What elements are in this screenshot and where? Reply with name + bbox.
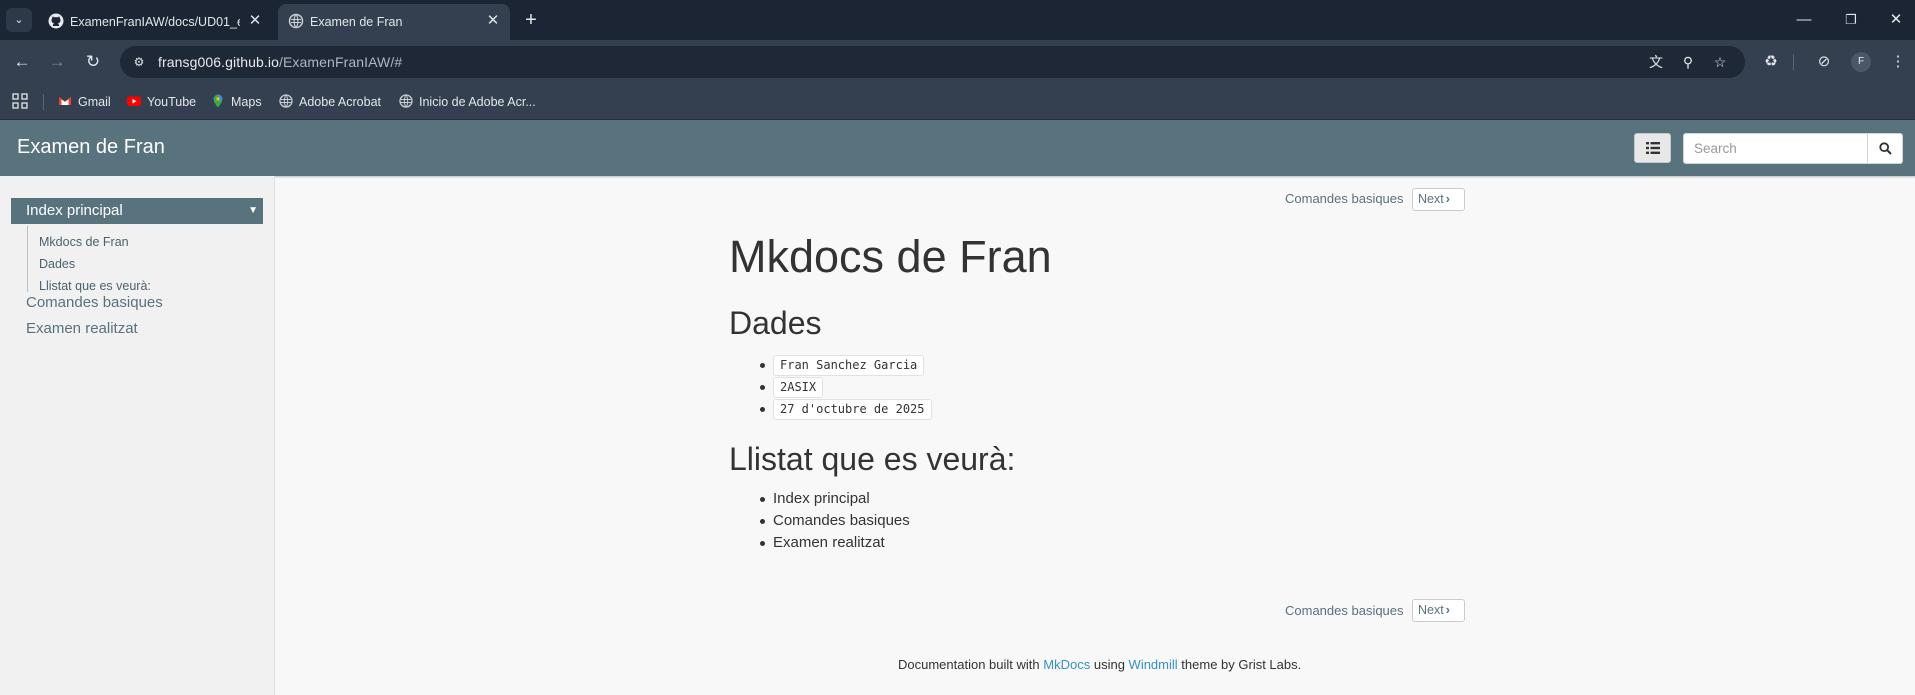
- browser-tab-github[interactable]: ExamenFranIAW/docs/UD01_ex ✕: [38, 4, 274, 40]
- footer-text: theme by Grist Labs.: [1181, 657, 1302, 672]
- list-bullet: [760, 519, 765, 524]
- zoom-icon[interactable]: ⚲: [1678, 52, 1698, 72]
- list-item: Comandes basiques: [773, 512, 910, 529]
- youtube-icon: [127, 96, 141, 106]
- site-brand-link[interactable]: Examen de Fran: [17, 136, 165, 159]
- maps-icon: [213, 94, 223, 108]
- globe-icon: [399, 94, 413, 108]
- forward-icon[interactable]: →: [45, 50, 69, 74]
- sidebar-item-index-principal[interactable]: Index principal ▼: [11, 198, 263, 224]
- list-icon: [1646, 142, 1660, 154]
- list-item: Examen realitzat: [773, 534, 885, 551]
- tab-title: Examen de Fran: [310, 15, 403, 29]
- tab-search-button[interactable]: ⌄: [6, 8, 32, 32]
- bookmark-label: Adobe Acrobat: [299, 95, 382, 109]
- dades-item-name: Fran Sanchez Garcia: [773, 355, 925, 376]
- heading-llistat: Llistat que es veurà:: [729, 441, 1016, 477]
- new-tab-icon[interactable]: +: [520, 8, 542, 32]
- next-label: Next: [1418, 192, 1444, 206]
- extensions-icon[interactable]: ♻: [1759, 50, 1783, 74]
- bookmark-gmail[interactable]: Gmail: [58, 93, 111, 111]
- toc-toggle-button[interactable]: [1634, 133, 1671, 163]
- search-box: [1683, 133, 1903, 164]
- browser-tab-active[interactable]: Examen de Fran ✕: [278, 4, 510, 40]
- footer-text: using: [1093, 657, 1125, 672]
- globe-icon: [288, 13, 304, 29]
- bookmark-label: YouTube: [147, 95, 197, 109]
- more-menu-icon[interactable]: ⋮: [1886, 50, 1910, 74]
- list-bullet: [760, 363, 765, 368]
- tab-title: ExamenFranIAW/docs/UD01_ex: [70, 15, 240, 29]
- sidebar-item-label: Index principal: [26, 202, 123, 219]
- list-bullet: [760, 385, 765, 390]
- sidebar-subitem-llistat[interactable]: Llistat que es veurà:: [39, 279, 151, 293]
- pager-next-title-bottom[interactable]: Comandes basiques: [1285, 603, 1404, 618]
- sidebar-subitem-dades[interactable]: Dades: [39, 257, 75, 271]
- address-bar[interactable]: ⚙ fransg006.github.io/ExamenFranIAW/# 文 …: [120, 46, 1745, 78]
- bookmark-label: Gmail: [78, 95, 111, 109]
- chevron-right-icon: ›: [1445, 603, 1450, 617]
- next-label: Next: [1418, 603, 1444, 617]
- browser-toolbar: ← → ↻ ⚙ fransg006.github.io/ExamenFranIA…: [0, 40, 1915, 84]
- minimize-icon[interactable]: —: [1791, 8, 1817, 32]
- url-path: /ExamenFranIAW/#: [279, 54, 403, 70]
- apps-grid-icon[interactable]: [12, 93, 28, 109]
- search-input[interactable]: [1684, 134, 1867, 163]
- page-title: Mkdocs de Fran: [729, 231, 1052, 282]
- browser-tab-strip: ⌄ ExamenFranIAW/docs/UD01_ex ✕ Examen de…: [0, 0, 1915, 40]
- bookmark-star-icon[interactable]: ☆: [1710, 52, 1730, 72]
- toolbar-divider: [1793, 54, 1794, 70]
- window-close-icon[interactable]: ✕: [1883, 8, 1909, 32]
- performance-icon[interactable]: ⊘: [1812, 50, 1836, 74]
- sidebar-item-examen[interactable]: Examen realitzat: [26, 320, 138, 337]
- footer-text: Documentation built with: [898, 657, 1040, 672]
- url-host: fransg006.github.io: [158, 54, 279, 70]
- close-tab-icon[interactable]: ✕: [246, 12, 264, 30]
- dades-item-class: 2ASIX: [773, 377, 824, 398]
- restore-icon[interactable]: ❐: [1838, 8, 1864, 32]
- windmill-link[interactable]: Windmill: [1129, 657, 1178, 672]
- page-footer: Documentation built with MkDocs using Wi…: [898, 657, 1301, 672]
- heading-dades: Dades: [729, 305, 822, 341]
- translate-icon[interactable]: 文: [1646, 52, 1666, 72]
- search-icon: [1879, 142, 1892, 155]
- back-icon[interactable]: ←: [10, 50, 34, 74]
- bookmark-inicio-adobe[interactable]: Inicio de Adobe Acr...: [399, 93, 536, 111]
- list-bullet: [760, 541, 765, 546]
- sidebar-subitem-mkdocs[interactable]: Mkdocs de Fran: [39, 235, 129, 249]
- chevron-right-icon: ›: [1445, 192, 1450, 206]
- search-button[interactable]: [1867, 134, 1902, 163]
- site-info-icon[interactable]: ⚙: [130, 53, 148, 71]
- list-bullet: [760, 497, 765, 502]
- bookmark-maps[interactable]: Maps: [211, 93, 262, 111]
- caret-down-icon: ▼: [248, 205, 258, 216]
- site-navbar: Examen de Fran: [0, 120, 1915, 176]
- bookmark-adobe-acrobat[interactable]: Adobe Acrobat: [279, 93, 381, 111]
- bookmark-label: Maps: [231, 95, 262, 109]
- close-tab-icon[interactable]: ✕: [484, 12, 502, 30]
- sidebar-item-comandes[interactable]: Comandes basiques: [26, 294, 163, 311]
- next-button-top[interactable]: Next ›: [1412, 188, 1465, 211]
- reload-icon[interactable]: ↻: [81, 50, 105, 74]
- list-bullet: [760, 407, 765, 412]
- gmail-icon: [59, 97, 71, 105]
- sidebar-subnav: Mkdocs de Fran Dades Llistat que es veur…: [27, 226, 257, 293]
- pager-next-title-top[interactable]: Comandes basiques: [1285, 191, 1404, 206]
- bookmark-label: Inicio de Adobe Acr...: [419, 95, 536, 109]
- bookmark-youtube[interactable]: YouTube: [127, 93, 196, 111]
- sidebar-nav: Index principal ▼ Mkdocs de Fran Dades L…: [0, 176, 275, 695]
- globe-icon: [279, 94, 293, 108]
- next-button-bottom[interactable]: Next ›: [1412, 599, 1465, 622]
- profile-avatar[interactable]: F: [1851, 52, 1871, 72]
- mkdocs-link[interactable]: MkDocs: [1043, 657, 1090, 672]
- github-icon: [48, 13, 64, 29]
- url-text[interactable]: fransg006.github.io/ExamenFranIAW/#: [158, 54, 402, 70]
- bookmarks-divider: [43, 94, 44, 110]
- dades-item-date: 27 d'octubre de 2025: [773, 399, 932, 420]
- list-item: Index principal: [773, 490, 870, 507]
